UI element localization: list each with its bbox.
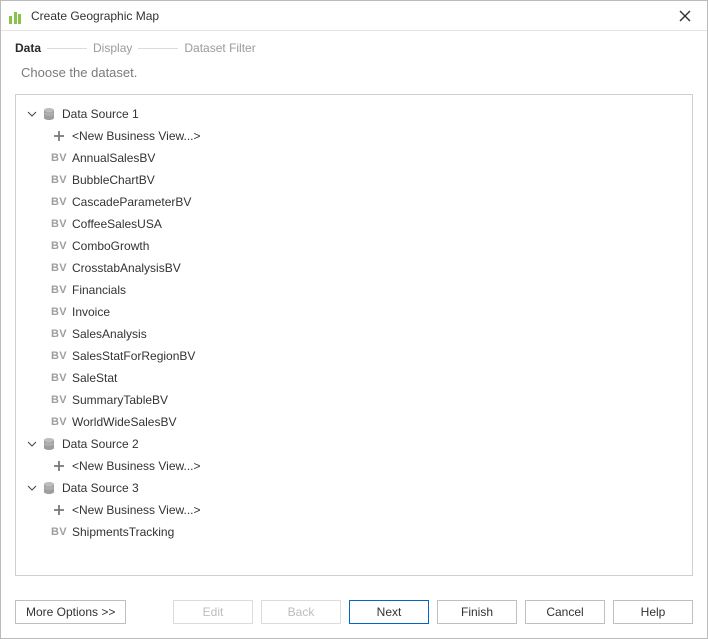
plus-icon xyxy=(53,130,65,142)
bv-icon: BV xyxy=(50,237,68,255)
tree-item-label: Invoice xyxy=(72,305,110,319)
tree-item-label: CrosstabAnalysisBV xyxy=(72,261,181,275)
tree-bv-row[interactable]: BV AnnualSalesBV xyxy=(22,147,686,169)
database-icon xyxy=(42,437,56,451)
step-separator xyxy=(47,48,87,49)
tree-bv-row[interactable]: BV CrosstabAnalysisBV xyxy=(22,257,686,279)
bv-icon: BV xyxy=(50,523,68,541)
tree-bv-row[interactable]: BV SummaryTableBV xyxy=(22,389,686,411)
database-icon xyxy=(40,105,58,123)
plus-icon xyxy=(50,127,68,145)
close-button[interactable] xyxy=(671,2,699,30)
dataset-tree-container: Data Source 1 <New Business View...> BV Ann… xyxy=(15,94,693,576)
tree-bv-row[interactable]: BV ShipmentsTracking xyxy=(22,521,686,543)
tree-source-row[interactable]: Data Source 1 xyxy=(22,103,686,125)
tree-item-label: Financials xyxy=(72,283,126,297)
tree-item-label: BubbleChartBV xyxy=(72,173,155,187)
tree-toggle[interactable] xyxy=(26,482,38,494)
dataset-tree[interactable]: Data Source 1 <New Business View...> BV Ann… xyxy=(22,103,686,543)
bv-icon: BV xyxy=(50,281,68,299)
wizard-steps: Data Display Dataset Filter xyxy=(1,31,707,61)
finish-button[interactable]: Finish xyxy=(437,600,517,624)
chevron-down-icon xyxy=(27,483,37,493)
bv-icon: BV xyxy=(50,413,68,431)
bv-icon: BV xyxy=(50,215,68,233)
bv-icon: BV xyxy=(50,303,68,321)
back-button[interactable]: Back xyxy=(261,600,341,624)
tree-new-bv-row[interactable]: <New Business View...> xyxy=(22,499,686,521)
bv-icon: BV xyxy=(50,149,68,167)
window-title: Create Geographic Map xyxy=(31,9,159,23)
tree-source-row[interactable]: Data Source 2 xyxy=(22,433,686,455)
footer: More Options >> Edit Back Next Finish Ca… xyxy=(1,590,707,638)
tree-toggle[interactable] xyxy=(26,438,38,450)
tree-bv-row[interactable]: BV BubbleChartBV xyxy=(22,169,686,191)
tree-bv-row[interactable]: BV Invoice xyxy=(22,301,686,323)
plus-icon xyxy=(50,457,68,475)
plus-icon xyxy=(53,504,65,516)
app-icon xyxy=(9,8,25,24)
tree-item-label: WorldWideSalesBV xyxy=(72,415,176,429)
tree-source-label: Data Source 1 xyxy=(62,107,139,121)
tree-item-label: AnnualSalesBV xyxy=(72,151,155,165)
more-options-button[interactable]: More Options >> xyxy=(15,600,126,624)
bv-icon: BV xyxy=(50,171,68,189)
database-icon xyxy=(40,479,58,497)
tree-bv-row[interactable]: BV SalesStatForRegionBV xyxy=(22,345,686,367)
chevron-down-icon xyxy=(27,439,37,449)
close-icon xyxy=(679,10,691,22)
plus-icon xyxy=(50,501,68,519)
chevron-down-icon xyxy=(27,109,37,119)
database-icon xyxy=(40,435,58,453)
tree-item-label: ShipmentsTracking xyxy=(72,525,174,539)
tree-bv-row[interactable]: BV CoffeeSalesUSA xyxy=(22,213,686,235)
edit-button[interactable]: Edit xyxy=(173,600,253,624)
tree-item-label: SalesAnalysis xyxy=(72,327,147,341)
tree-item-label: SalesStatForRegionBV xyxy=(72,349,195,363)
tree-bv-row[interactable]: BV Financials xyxy=(22,279,686,301)
next-button[interactable]: Next xyxy=(349,600,429,624)
tree-toggle[interactable] xyxy=(26,108,38,120)
step-separator xyxy=(138,48,178,49)
help-button[interactable]: Help xyxy=(613,600,693,624)
titlebar: Create Geographic Map xyxy=(1,1,707,31)
bv-icon: BV xyxy=(50,325,68,343)
tree-source-label: Data Source 2 xyxy=(62,437,139,451)
bv-icon: BV xyxy=(50,369,68,387)
database-icon xyxy=(42,481,56,495)
tree-item-label: <New Business View...> xyxy=(72,503,201,517)
tree-bv-row[interactable]: BV ComboGrowth xyxy=(22,235,686,257)
step-dataset-filter[interactable]: Dataset Filter xyxy=(184,41,255,55)
tree-item-label: ComboGrowth xyxy=(72,239,149,253)
tree-bv-row[interactable]: BV CascadeParameterBV xyxy=(22,191,686,213)
bv-icon: BV xyxy=(50,259,68,277)
tree-new-bv-row[interactable]: <New Business View...> xyxy=(22,125,686,147)
tree-item-label: CascadeParameterBV xyxy=(72,195,191,209)
plus-icon xyxy=(53,460,65,472)
tree-source-row[interactable]: Data Source 3 xyxy=(22,477,686,499)
tree-bv-row[interactable]: BV SaleStat xyxy=(22,367,686,389)
cancel-button[interactable]: Cancel xyxy=(525,600,605,624)
subheader: Choose the dataset. xyxy=(1,61,707,94)
tree-bv-row[interactable]: BV WorldWideSalesBV xyxy=(22,411,686,433)
tree-item-label: <New Business View...> xyxy=(72,129,201,143)
bv-icon: BV xyxy=(50,193,68,211)
bv-icon: BV xyxy=(50,347,68,365)
tree-new-bv-row[interactable]: <New Business View...> xyxy=(22,455,686,477)
step-data[interactable]: Data xyxy=(15,41,41,55)
tree-item-label: SummaryTableBV xyxy=(72,393,168,407)
tree-item-label: SaleStat xyxy=(72,371,117,385)
tree-item-label: CoffeeSalesUSA xyxy=(72,217,162,231)
bv-icon: BV xyxy=(50,391,68,409)
tree-item-label: <New Business View...> xyxy=(72,459,201,473)
tree-source-label: Data Source 3 xyxy=(62,481,139,495)
database-icon xyxy=(42,107,56,121)
step-display[interactable]: Display xyxy=(93,41,132,55)
tree-bv-row[interactable]: BV SalesAnalysis xyxy=(22,323,686,345)
